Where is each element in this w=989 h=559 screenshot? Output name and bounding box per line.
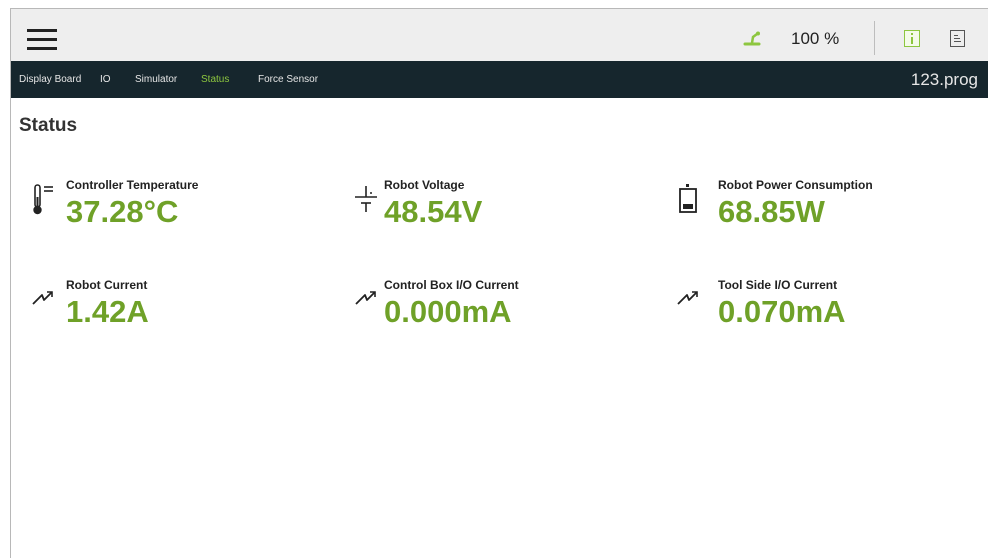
robot-arm-icon[interactable] [741,30,763,46]
metric-value: 1.42A [66,294,149,329]
metric-value: 37.28°C [66,194,179,229]
app-window: 100 % Display Board IO Simulator Status … [10,8,988,558]
metric-label: Robot Current [66,278,148,292]
metric-label: Tool Side I/O Current [718,278,838,292]
toolbar-divider [874,21,875,55]
menu-icon[interactable] [27,29,57,51]
tab-simulator[interactable]: Simulator [135,74,177,85]
current-icon [32,291,53,305]
tab-display-board[interactable]: Display Board [19,74,81,85]
metric-value: 0.000mA [384,294,512,329]
tab-force-sensor[interactable]: Force Sensor [258,74,318,85]
log-icon[interactable] [950,30,965,47]
tab-bar: Display Board IO Simulator Status Force … [11,61,988,98]
tab-io[interactable]: IO [100,74,111,85]
program-name: 123.prog [910,70,978,89]
battery-icon [679,184,697,213]
thermometer-icon [33,184,53,215]
tab-status[interactable]: Status [201,74,229,85]
current-icon [355,291,376,305]
metric-value: 48.54V [384,194,483,229]
metric-label: Controller Temperature [66,178,199,192]
top-toolbar: 100 % [11,9,988,61]
metric-value: 0.070mA [718,294,846,329]
speed-value[interactable]: 100 % [791,29,839,49]
info-icon[interactable] [904,30,920,47]
metric-label: Robot Voltage [384,178,465,192]
metric-label: Control Box I/O Current [384,278,519,292]
metric-value: 68.85W [718,194,825,229]
current-icon [677,291,698,305]
metric-label: Robot Power Consumption [718,178,873,192]
voltage-icon [355,186,377,212]
page-title: Status [19,115,78,136]
